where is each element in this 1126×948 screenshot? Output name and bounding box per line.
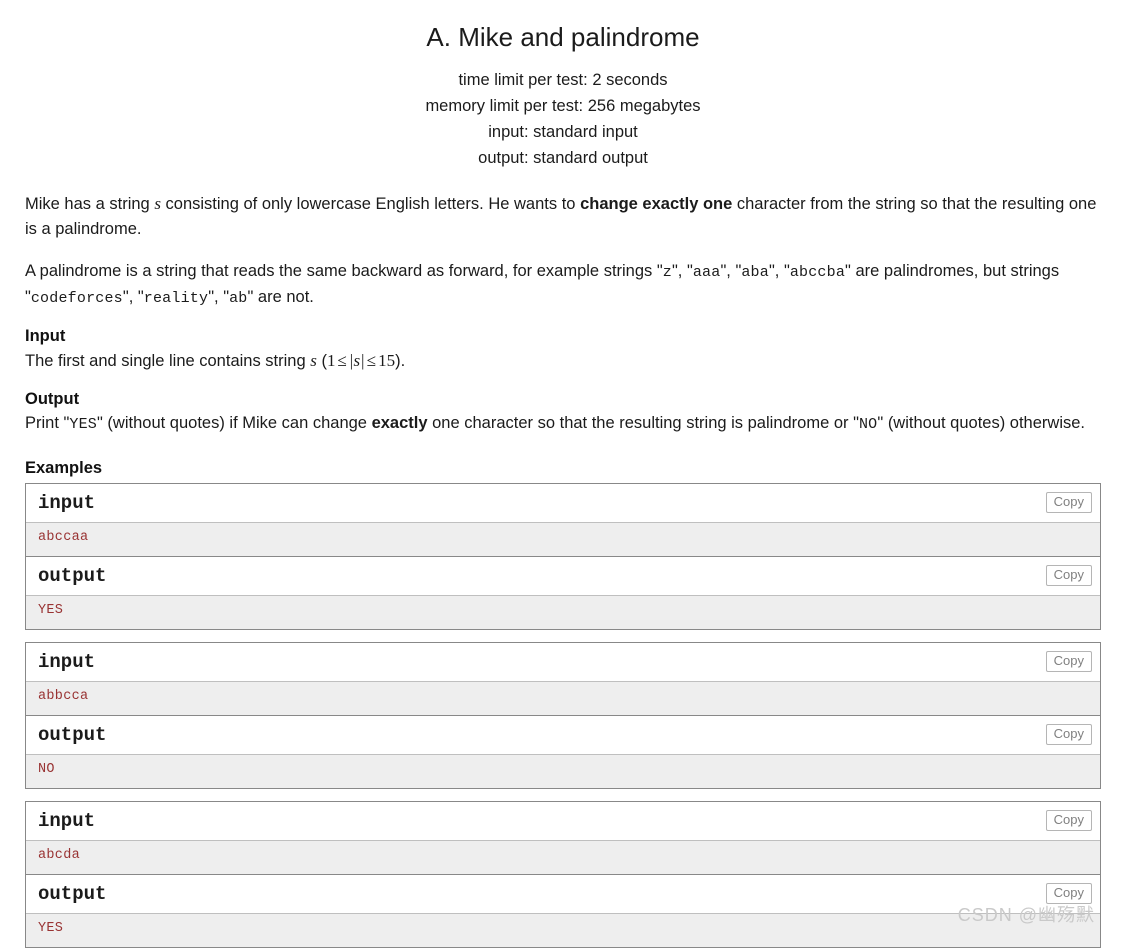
code-sample-abccba: abccba xyxy=(789,264,846,282)
sample-output-label: output xyxy=(38,723,107,746)
text-fragment: ", " xyxy=(720,262,742,281)
text-fragment: " (without quotes) otherwise. xyxy=(877,414,1085,433)
text-fragment: ", " xyxy=(768,262,790,281)
code-sample-aba: aba xyxy=(741,264,769,282)
sample-output-block: output Copy YES xyxy=(25,873,1101,948)
code-sample-codeforces: codeforces xyxy=(30,290,123,308)
copy-output-button[interactable]: Copy xyxy=(1045,882,1092,905)
text-fragment: ). xyxy=(395,351,406,370)
problem-page: A. Mike and palindrome time limit per te… xyxy=(0,0,1126,948)
sample-output-text: YES xyxy=(38,602,64,618)
text-fragment: " are not. xyxy=(247,288,314,307)
input-section-body: The first and single line contains strin… xyxy=(25,348,1101,374)
sample-input-block: input Copy abccaa xyxy=(25,482,1101,556)
statement-paragraph-1: Mike has a string s consisting of only l… xyxy=(25,191,1101,242)
math-upper-bound: 15 xyxy=(378,350,396,370)
output-section-title: Output xyxy=(25,390,80,409)
sample-test: input Copy abccaa output Copy YES xyxy=(25,482,1101,630)
sample-output-header: output Copy xyxy=(26,556,1100,596)
sample-test: input Copy abcda output Copy YES xyxy=(25,800,1101,948)
copy-output-button[interactable]: Copy xyxy=(1045,723,1092,746)
sample-output-data: YES xyxy=(26,595,1100,629)
text-fragment: one character so that the resulting stri… xyxy=(427,414,859,433)
sample-input-data: abbcca xyxy=(26,681,1100,715)
copy-input-button[interactable]: Copy xyxy=(1045,650,1092,673)
text-fragment: ", " xyxy=(122,288,144,307)
sample-input-label: input xyxy=(38,809,96,832)
text-fragment: Mike has a string xyxy=(25,195,155,214)
text-fragment: Print " xyxy=(25,414,70,433)
page-title: A. Mike and palindrome xyxy=(426,22,700,52)
memory-limit: memory limit per test: 256 megabytes xyxy=(425,97,701,116)
emphasis-exactly: exactly xyxy=(371,414,428,433)
text-fragment: A palindrome is a string that reads the … xyxy=(25,262,663,281)
sample-input-text: abbcca xyxy=(38,688,89,704)
math-abs-s: |s| xyxy=(348,350,365,370)
copy-input-button[interactable]: Copy xyxy=(1045,809,1092,832)
text-fragment: " (without quotes) if Mike can change xyxy=(96,414,372,433)
text-fragment: ", " xyxy=(671,262,693,281)
sample-output-header: output Copy xyxy=(26,874,1100,914)
sample-output-block: output Copy NO xyxy=(25,714,1101,789)
sample-input-text: abccaa xyxy=(38,529,89,545)
text-fragment: ", " xyxy=(208,288,230,307)
sample-input-header: input Copy xyxy=(26,483,1100,523)
sample-output-header: output Copy xyxy=(26,715,1100,755)
copy-output-button[interactable]: Copy xyxy=(1045,564,1092,587)
output-section-body: Print "YES" (without quotes) if Mike can… xyxy=(25,411,1101,437)
emphasis-change-exactly-one: change exactly one xyxy=(580,195,733,214)
sample-input-label: input xyxy=(38,650,96,673)
input-section-title: Input xyxy=(25,326,66,345)
sample-output-label: output xyxy=(38,564,107,587)
sample-output-text: NO xyxy=(38,761,55,777)
math-leq-icon: ≤ xyxy=(337,350,347,370)
sample-output-label: output xyxy=(38,882,107,905)
math-variable-s: s xyxy=(310,350,317,370)
sample-output-text: YES xyxy=(38,920,64,936)
text-fragment: The first and single line contains strin… xyxy=(25,351,311,370)
sample-input-data: abccaa xyxy=(26,522,1100,556)
code-sample-yes: YES xyxy=(69,416,97,434)
copy-input-button[interactable]: Copy xyxy=(1045,491,1092,514)
math-variable-s: s xyxy=(154,194,161,214)
code-sample-aaa: aaa xyxy=(692,264,721,282)
text-fragment: ( xyxy=(316,351,327,370)
sample-input-header: input Copy xyxy=(26,642,1100,682)
code-sample-ab: ab xyxy=(229,290,248,308)
sample-input-block: input Copy abbcca xyxy=(25,641,1101,715)
sample-input-data: abcda xyxy=(26,840,1100,874)
sample-output-data: YES xyxy=(26,913,1100,947)
code-sample-z: z xyxy=(662,264,672,282)
input-spec: input: standard input xyxy=(488,123,638,142)
sample-test: input Copy abbcca output Copy NO xyxy=(25,641,1101,789)
examples-title: Examples xyxy=(25,458,103,477)
output-spec: output: standard output xyxy=(478,149,648,168)
statement-paragraph-2: A palindrome is a string that reads the … xyxy=(25,259,1101,311)
text-fragment: consisting of only lowercase English let… xyxy=(160,195,581,214)
sample-output-block: output Copy YES xyxy=(25,555,1101,630)
math-leq-icon: ≤ xyxy=(366,350,377,370)
sample-input-block: input Copy abcda xyxy=(25,800,1101,874)
sample-output-data: NO xyxy=(26,754,1100,788)
time-limit: time limit per test: 2 seconds xyxy=(458,71,668,90)
math-constraint: 1 ≤ |s| ≤15 xyxy=(327,351,395,370)
sample-input-text: abcda xyxy=(38,847,81,863)
problem-statement: Mike has a string s consisting of only l… xyxy=(25,191,1101,311)
sample-input-header: input Copy xyxy=(26,801,1100,841)
problem-header: A. Mike and palindrome time limit per te… xyxy=(25,0,1101,171)
sample-input-label: input xyxy=(38,491,96,514)
code-sample-reality: reality xyxy=(143,290,209,308)
code-sample-no: NO xyxy=(858,416,878,434)
